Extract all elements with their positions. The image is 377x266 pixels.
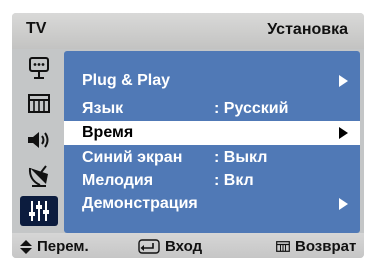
menu-item-plug-and-play[interactable]: Plug & Play xyxy=(64,69,360,93)
hint-move: Перем. xyxy=(20,238,89,255)
button-hint-bar: Перем. Вход Возврат xyxy=(12,233,364,258)
menu-item-demonstration[interactable]: Демонстрация xyxy=(64,192,360,216)
menu-item-label: Язык xyxy=(82,100,124,117)
sidebar-item-input[interactable] xyxy=(20,53,58,83)
category-sidebar xyxy=(18,49,60,233)
menu-item-label: Plug & Play xyxy=(82,72,171,89)
enter-icon xyxy=(138,239,160,254)
menu-item-melody[interactable]: Мелодия : Вкл xyxy=(64,169,360,193)
menu-item-label: Время xyxy=(82,124,134,141)
menu-item-value: : Выкл xyxy=(214,149,268,166)
picture-icon xyxy=(28,94,50,113)
sound-icon xyxy=(28,132,49,148)
menu-icon xyxy=(276,241,290,252)
sidebar-item-channel[interactable] xyxy=(20,160,58,190)
submenu-arrow-icon xyxy=(339,198,348,210)
menu-item-label: Синий экран xyxy=(82,149,183,166)
menu-item-language[interactable]: Язык : Русский xyxy=(64,97,360,121)
hint-enter-label: Вход xyxy=(165,238,203,255)
sidebar-item-picture[interactable] xyxy=(20,89,58,119)
menu-item-value: : Русский xyxy=(214,100,289,117)
menu-item-value: : Вкл xyxy=(214,172,254,189)
hint-enter: Вход xyxy=(138,238,202,255)
page-title: Установка xyxy=(267,21,348,38)
menu-item-label: Демонстрация xyxy=(82,195,198,212)
setup-menu-panel: Plug & Play Язык : Русский Время Синий э… xyxy=(64,51,360,233)
setup-sliders-icon xyxy=(29,201,49,221)
menu-item-time[interactable]: Время xyxy=(64,121,360,145)
osd-window: TV Установка Plug & Play Язык: Русский … xyxy=(12,13,364,258)
menu-item-blue-screen[interactable]: Синий экран : Выкл xyxy=(64,146,360,170)
input-source-label: TV xyxy=(26,20,47,37)
channel-antenna-icon xyxy=(28,165,48,187)
submenu-arrow-icon xyxy=(339,127,348,139)
up-down-arrows-icon xyxy=(20,239,32,254)
hint-return-label: Возврат xyxy=(295,238,357,255)
hint-return: Возврат xyxy=(276,238,356,255)
hint-move-label: Перем. xyxy=(37,238,89,255)
osd-header: TV Установка xyxy=(12,13,364,49)
input-source-icon xyxy=(29,57,49,79)
menu-item-label: Мелодия xyxy=(82,172,154,189)
sidebar-item-setup[interactable] xyxy=(20,196,58,226)
sidebar-item-sound[interactable] xyxy=(20,125,58,155)
submenu-arrow-icon xyxy=(339,75,348,87)
